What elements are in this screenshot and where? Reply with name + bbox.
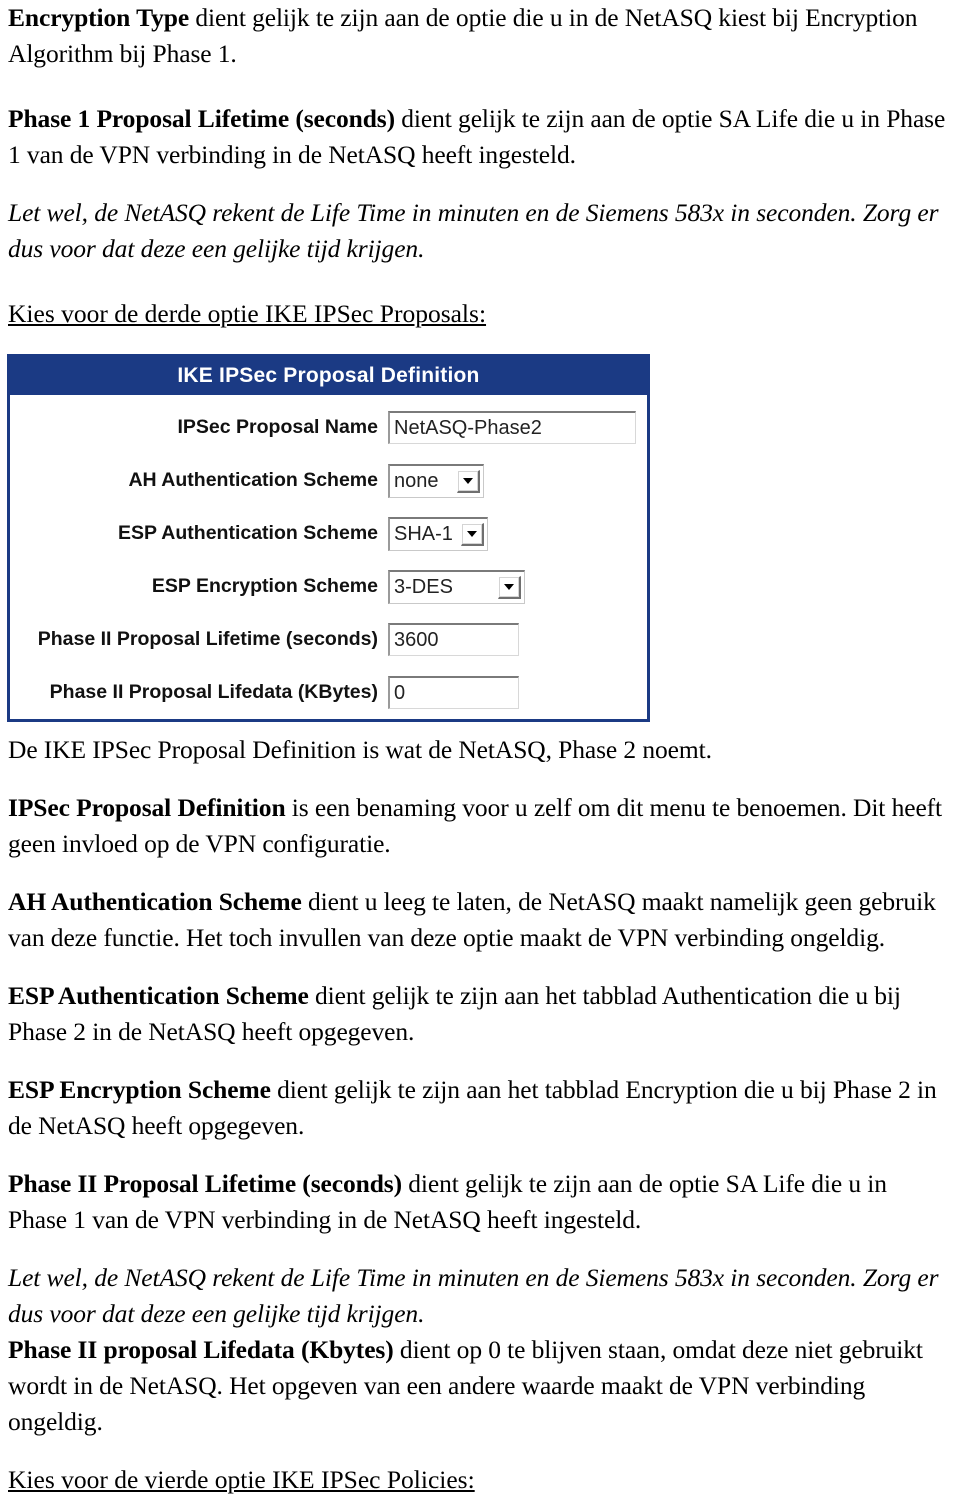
paragraph-body: Let wel, de NetASQ rekent de Life Time i… bbox=[8, 1263, 939, 1328]
field-label-esp-authentication-scheme: ESP Authentication Scheme bbox=[117, 522, 378, 544]
field-row-ah-authentication-scheme: AH Authentication Scheme none bbox=[10, 454, 647, 507]
paragraph-ipsec-proposal-definition: IPSec Proposal Definition is een benamin… bbox=[0, 790, 960, 862]
paragraph-body: Let wel, de NetASQ rekent de Life Time i… bbox=[8, 198, 939, 263]
paragraph-lead-term: Phase II Proposal Lifetime (seconds) bbox=[8, 1169, 402, 1198]
field-control-phase2-proposal-lifetime[interactable]: 3600 bbox=[388, 623, 519, 656]
paragraph-phase1-lifetime: Phase 1 Proposal Lifetime (seconds) dien… bbox=[0, 101, 960, 173]
document-page: Encryption Type dient gelijk te zijn aan… bbox=[0, 0, 960, 1494]
chevron-down-icon[interactable] bbox=[461, 522, 484, 546]
dialog-title-text: IKE IPSec Proposal Definition bbox=[177, 364, 480, 387]
field-label-esp-encryption-scheme: ESP Encryption Scheme bbox=[151, 575, 378, 597]
field-label-phase2-proposal-lifetime: Phase II Proposal Lifetime (seconds) bbox=[37, 628, 378, 650]
field-control-phase2-proposal-lifedata[interactable]: 0 bbox=[388, 676, 519, 709]
field-control-ah-authentication-scheme[interactable]: none bbox=[388, 463, 484, 498]
ah-authentication-scheme-select[interactable]: none bbox=[388, 463, 484, 498]
paragraph-phase2-lifedata: Phase II proposal Lifedata (Kbytes) dien… bbox=[0, 1332, 960, 1440]
paragraph-note-lifetime-1: Let wel, de NetASQ rekent de Life Time i… bbox=[0, 195, 960, 267]
paragraph-lead-term: AH Authentication Scheme bbox=[8, 887, 302, 916]
paragraph-encryption-type: Encryption Type dient gelijk te zijn aan… bbox=[0, 0, 960, 72]
paragraph-esp-auth-scheme: ESP Authentication Scheme dient gelijk t… bbox=[0, 978, 960, 1050]
field-control-esp-authentication-scheme[interactable]: SHA-1 bbox=[388, 516, 488, 551]
field-control-esp-encryption-scheme[interactable]: 3-DES bbox=[388, 569, 525, 604]
link-ike-ipsec-policies[interactable]: Kies voor de vierde optie IKE IPSec Poli… bbox=[0, 1462, 960, 1498]
paragraph-ah-auth-scheme: AH Authentication Scheme dient u leeg te… bbox=[0, 884, 960, 956]
field-label-ipsec-proposal-name: IPSec Proposal Name bbox=[177, 416, 378, 438]
paragraph-body: De IKE IPSec Proposal Definition is wat … bbox=[8, 735, 712, 764]
ipsec-proposal-name-input[interactable]: NetASQ-Phase2 bbox=[388, 411, 636, 444]
chevron-down-icon[interactable] bbox=[498, 575, 521, 599]
paragraph-lead-term: ESP Encryption Scheme bbox=[8, 1075, 271, 1104]
paragraph-note-lifetime-2: Let wel, de NetASQ rekent de Life Time i… bbox=[0, 1260, 960, 1332]
chevron-down-icon[interactable] bbox=[457, 469, 480, 493]
field-row-esp-authentication-scheme: ESP Authentication Scheme SHA-1 bbox=[10, 507, 647, 560]
esp-encryption-scheme-value: 3-DES bbox=[394, 575, 453, 598]
paragraph-lead-term: Encryption Type bbox=[8, 3, 190, 32]
ike-ipsec-proposal-definition-dialog: IKE IPSec Proposal Definition IPSec Prop… bbox=[7, 354, 650, 722]
paragraph-definition-intro: De IKE IPSec Proposal Definition is wat … bbox=[0, 732, 960, 768]
phase2-proposal-lifedata-input[interactable]: 0 bbox=[388, 676, 519, 709]
paragraph-lead-term: Phase II proposal Lifedata (Kbytes) bbox=[8, 1335, 394, 1364]
paragraph-lead-term: ESP Authentication Scheme bbox=[8, 981, 309, 1010]
ah-authentication-scheme-value: none bbox=[394, 469, 439, 492]
esp-encryption-scheme-select[interactable]: 3-DES bbox=[388, 569, 525, 604]
dialog-body: IPSec Proposal Name NetASQ-Phase2 AH Aut… bbox=[10, 395, 647, 719]
field-row-phase2-proposal-lifetime: Phase II Proposal Lifetime (seconds) 360… bbox=[10, 613, 647, 666]
field-row-esp-encryption-scheme: ESP Encryption Scheme 3-DES bbox=[10, 560, 647, 613]
field-label-ah-authentication-scheme: AH Authentication Scheme bbox=[128, 469, 378, 491]
esp-authentication-scheme-select[interactable]: SHA-1 bbox=[388, 516, 488, 551]
field-row-ipsec-proposal-name: IPSec Proposal Name NetASQ-Phase2 bbox=[10, 401, 647, 454]
phase2-proposal-lifetime-input[interactable]: 3600 bbox=[388, 623, 519, 656]
dialog-title-bar: IKE IPSec Proposal Definition bbox=[10, 357, 647, 395]
paragraph-lead-term: Phase 1 Proposal Lifetime (seconds) bbox=[8, 104, 395, 133]
field-row-phase2-proposal-lifedata: Phase II Proposal Lifedata (KBytes) 0 bbox=[10, 666, 647, 719]
paragraph-lead-term: IPSec Proposal Definition bbox=[8, 793, 286, 822]
field-label-phase2-proposal-lifedata: Phase II Proposal Lifedata (KBytes) bbox=[49, 681, 378, 703]
link-ike-ipsec-proposals[interactable]: Kies voor de derde optie IKE IPSec Propo… bbox=[0, 296, 960, 332]
esp-authentication-scheme-value: SHA-1 bbox=[394, 522, 453, 545]
paragraph-phase2-lifetime: Phase II Proposal Lifetime (seconds) die… bbox=[0, 1166, 960, 1238]
paragraph-esp-encryption-scheme: ESP Encryption Scheme dient gelijk te zi… bbox=[0, 1072, 960, 1144]
field-control-ipsec-proposal-name[interactable]: NetASQ-Phase2 bbox=[388, 411, 636, 444]
